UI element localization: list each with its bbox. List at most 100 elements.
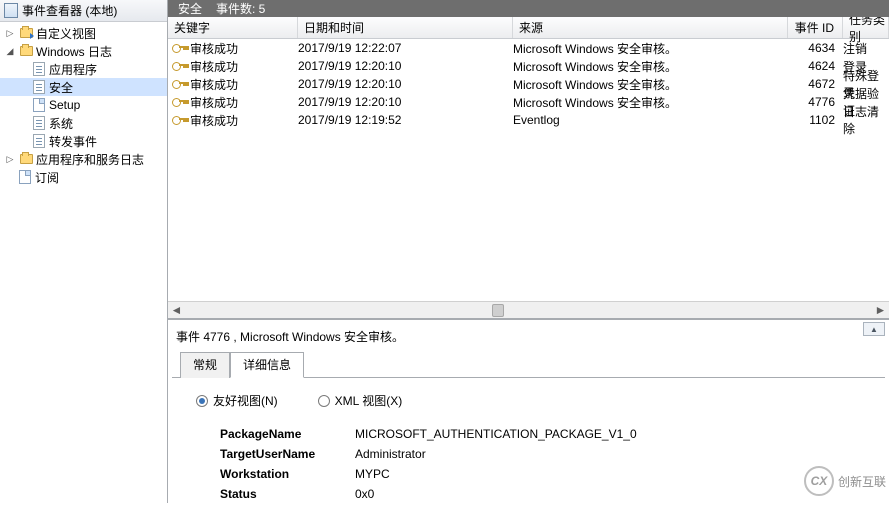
detail-panel: ▲ 事件 4776 , Microsoft Windows 安全审核。 常规 详… [168,319,889,507]
watermark: CX 创新互联 [801,455,889,507]
cell-keyword: 审核成功 [190,58,238,75]
scroll-left-icon[interactable]: ◄ [168,303,185,318]
field-value-workstation: MYPC [355,467,390,487]
horizontal-scrollbar[interactable]: ◄ ► [168,301,889,318]
collapse-icon[interactable]: ◢ [4,46,16,57]
collapse-button[interactable]: ▲ [863,322,885,336]
key-icon [172,77,186,91]
cell-datetime: 2017/9/19 12:19:52 [298,113,513,127]
field-label-packagename: PackageName [220,427,355,447]
radio-label: XML 视图(X) [335,392,403,409]
cell-source: Microsoft Windows 安全审核。 [513,76,788,93]
tree-item-system[interactable]: 系统 [0,114,167,132]
field-label-targetuser: TargetUserName [220,447,355,467]
cell-task: 日志清除 [843,103,889,137]
field-value-status: 0x0 [355,487,374,507]
cell-datetime: 2017/9/19 12:20:10 [298,95,513,109]
table-row[interactable]: 审核成功 2017/9/19 12:22:07Microsoft Windows … [168,39,889,57]
table-row[interactable]: 审核成功2017/9/19 12:19:52Eventlog1102日志清除 [168,111,889,129]
watermark-text: 创新互联 [838,473,886,490]
cell-eventid: 4624 [788,59,843,73]
radio-icon [318,395,330,407]
key-icon [172,95,186,109]
radio-xml-view[interactable]: XML 视图(X) [318,392,403,409]
log-icon [32,80,46,94]
key-icon [172,41,186,55]
field-value-targetuser: Administrator [355,447,426,467]
cell-source: Microsoft Windows 安全审核。 [513,94,788,111]
detail-tabs: 常规 详细信息 [172,351,885,378]
cell-datetime: 2017/9/19 12:22:07 [298,41,513,55]
tab-details[interactable]: 详细信息 [230,352,304,378]
tree-label: 自定义视图 [36,25,96,42]
field-value-packagename: MICROSOFT_AUTHENTICATION_PACKAGE_V1_0 [355,427,637,447]
table-row[interactable]: 审核成功 2017/9/19 12:20:10Microsoft Windows … [168,57,889,75]
tree-header: 事件查看器 (本地) [0,0,167,22]
scroll-right-icon[interactable]: ► [872,303,889,318]
tab-general[interactable]: 常规 [180,352,230,378]
scroll-thumb[interactable] [492,304,504,317]
radio-icon [196,395,208,407]
field-label-workstation: Workstation [220,467,355,487]
cell-keyword: 审核成功 [190,112,238,129]
tree-item-forwarded[interactable]: 转发事件 [0,132,167,150]
tree-item-application[interactable]: 应用程序 [0,60,167,78]
cell-datetime: 2017/9/19 12:20:10 [298,59,513,73]
info-bar: 安全 事件数: 5 [168,0,889,17]
field-label-status: Status [220,487,355,507]
key-icon [172,59,186,73]
tree-label: Setup [49,98,80,112]
log-icon [32,134,46,148]
tree-label: 系统 [49,115,73,132]
tree-label: Windows 日志 [36,43,112,60]
cell-eventid: 4776 [788,95,843,109]
cell-keyword: 审核成功 [190,40,238,57]
folder-icon [19,44,33,58]
table-row[interactable]: 审核成功 2017/9/19 12:20:10Microsoft Windows … [168,93,889,111]
log-icon [32,62,46,76]
tree-item-app-services[interactable]: ▷ 应用程序和服务日志 [0,150,167,168]
cell-source: Microsoft Windows 安全审核。 [513,58,788,75]
key-icon [172,113,186,127]
tree-item-setup[interactable]: Setup [0,96,167,114]
tree-label: 应用程序和服务日志 [36,151,144,168]
expand-icon[interactable]: ▷ [4,28,16,39]
tree-item-security[interactable]: 安全 [0,78,167,96]
radio-label: 友好视图(N) [213,392,278,409]
event-list: 关键字 日期和时间 来源 事件 ID 任务类别 审核成功 2017/9/19 12… [168,17,889,319]
cell-source: Eventlog [513,113,788,127]
info-count-label: 事件数: 5 [216,0,265,17]
tree-item-subscriptions[interactable]: 订阅 [0,168,167,186]
tree-item-custom-views[interactable]: ▷ 自定义视图 [0,24,167,42]
cell-task: 注销 [843,40,889,57]
info-security-label: 安全 [178,0,202,17]
cell-keyword: 审核成功 [190,94,238,111]
column-headers: 关键字 日期和时间 来源 事件 ID 任务类别 [168,17,889,39]
col-eventid[interactable]: 事件 ID [788,17,843,38]
subscription-icon [18,170,32,184]
detail-title: 事件 4776 , Microsoft Windows 安全审核。 [172,324,885,351]
tab-body: 友好视图(N) XML 视图(X) PackageName MICROSOFT_… [172,378,885,507]
table-row[interactable]: 审核成功2017/9/19 12:20:10Microsoft Windows … [168,75,889,93]
col-source[interactable]: 来源 [513,17,788,38]
event-viewer-icon [4,4,18,18]
cell-eventid: 4672 [788,77,843,91]
expand-icon[interactable]: ▷ [4,154,16,165]
tree-panel: 事件查看器 (本地) ▷ 自定义视图 ◢ Windows 日志 应用程序 安全 … [0,0,168,503]
cell-eventid: 4634 [788,41,843,55]
col-datetime[interactable]: 日期和时间 [298,17,513,38]
watermark-icon: CX [804,466,834,496]
tree-item-windows-logs[interactable]: ◢ Windows 日志 [0,42,167,60]
col-keyword[interactable]: 关键字 [168,17,298,38]
tree-label: 应用程序 [49,61,97,78]
radio-friendly-view[interactable]: 友好视图(N) [196,392,278,409]
col-task[interactable]: 任务类别 [843,17,889,38]
tree-label: 转发事件 [49,133,97,150]
folder-icon [19,152,33,166]
main-panel: 安全 事件数: 5 关键字 日期和时间 来源 事件 ID 任务类别 审核成功 20… [168,0,889,503]
tree-label: 订阅 [35,169,59,186]
cell-keyword: 审核成功 [190,76,238,93]
cell-eventid: 1102 [788,113,843,127]
cell-source: Microsoft Windows 安全审核。 [513,40,788,57]
app-title: 事件查看器 (本地) [22,2,117,19]
